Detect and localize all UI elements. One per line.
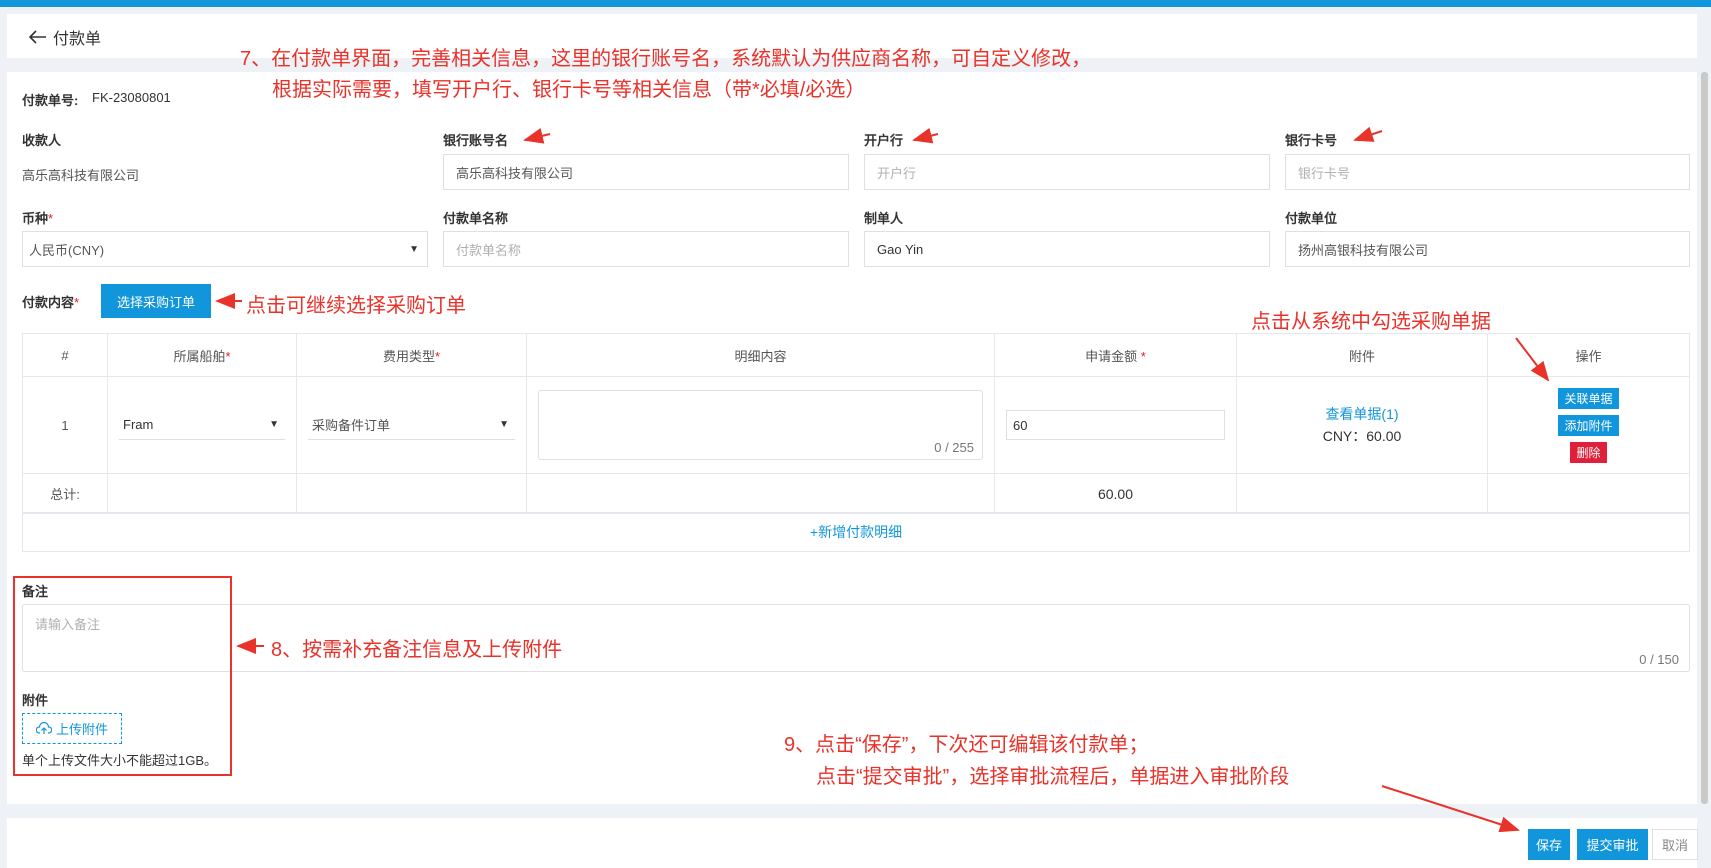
arrow-card: [1353, 126, 1383, 142]
arrow-bank: [912, 127, 939, 144]
annotation-arrows: [215, 126, 1550, 833]
arrow-bank-account-name: [523, 128, 551, 144]
arrow-link-document: [1515, 337, 1550, 382]
arrow-save: [1381, 785, 1520, 833]
